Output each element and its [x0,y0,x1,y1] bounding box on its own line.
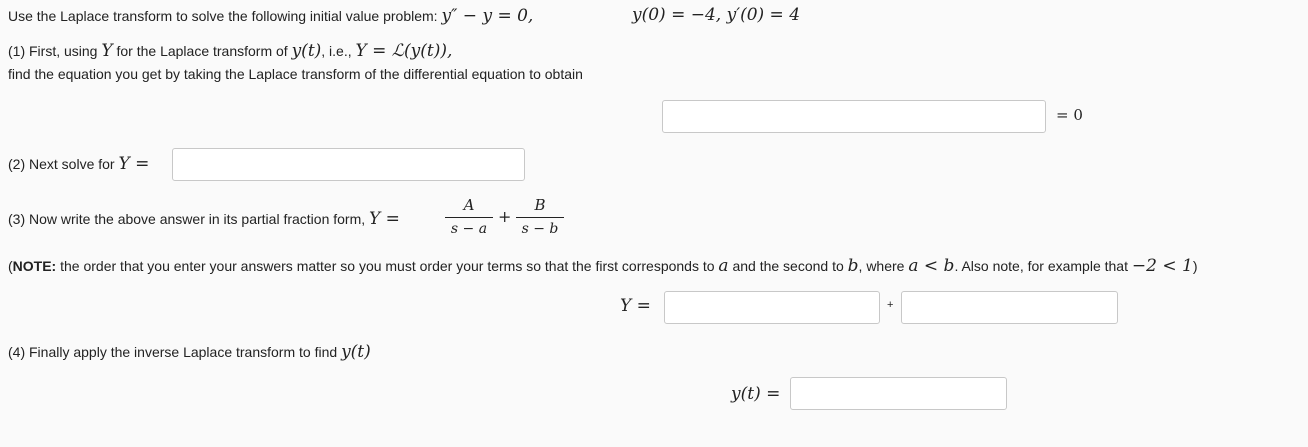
partial-fraction-term1-input[interactable] [664,291,880,324]
fraction-B: B s − b [516,196,564,237]
part2-text: (2) Next solve for [8,156,115,172]
part4-symbol-yt: y(t) [341,342,371,362]
note-inequality: a < b [908,256,955,276]
note-paren-close: ) [1192,258,1198,274]
symbol-yt: y(t) [291,41,322,61]
fraction-A-bar [445,217,493,218]
note-text2: and the second to [732,258,844,274]
part3-lhs: Y = [369,209,400,229]
fraction-B-denominator: s − b [521,221,559,237]
fraction-A: A s − a [445,196,493,237]
note-example: −2 < 1 [1131,256,1193,276]
symbol-Y: Y [101,41,113,61]
part1-line2: find the equation you get by taking the … [8,66,583,82]
inverse-laplace-lhs: y(t) = [731,384,781,404]
inverse-laplace-input[interactable] [790,377,1007,410]
problem-statement: Use the Laplace transform to solve the f… [8,6,533,26]
note-text1: the order that you enter your answers ma… [60,258,715,274]
fraction-B-bar [516,217,564,218]
part2-lhs: Y = [118,154,150,174]
note-b: b [847,256,859,276]
part3-text: (3) Now write the above answer in its pa… [8,211,366,227]
note-a: a [718,256,729,276]
differential-equation: y″ − y = 0, [441,6,534,26]
part1-prompt: (1) First, using Y for the Laplace trans… [8,41,452,61]
laplace-definition: Y = ℒ(y(t)), [355,41,453,61]
part1-text-c: , i.e., [321,43,352,59]
note-text3: , where [858,258,905,274]
fraction-A-numerator: A [463,196,475,214]
fraction-B-numerator: B [534,196,546,214]
part4-prompt: (4) Finally apply the inverse Laplace tr… [8,342,371,362]
note-label: NOTE: [12,258,57,274]
initial-conditions: y(0) = −4, y′(0) = 4 [632,5,801,25]
part2-prompt: (2) Next solve for Y = [8,154,149,174]
note-text: (NOTE: the order that you enter your ans… [8,256,1197,276]
partial-fraction-term2-input[interactable] [901,291,1118,324]
part3-prompt: (3) Now write the above answer in its pa… [8,209,400,229]
laplace-equation-input[interactable] [662,100,1046,133]
equals-zero: = 0 [1056,106,1083,124]
part1-text-a: (1) First, using [8,43,98,59]
fraction-plus: + [498,207,512,226]
part1-text-b: for the Laplace transform of [116,43,288,59]
partial-fraction-plus: + [887,299,894,311]
partial-fraction-lhs: Y = [620,296,651,316]
intro-text: Use the Laplace transform to solve the f… [8,8,438,24]
part4-text: (4) Finally apply the inverse Laplace tr… [8,344,338,360]
fraction-A-denominator: s − a [450,221,488,237]
solve-Y-input[interactable] [172,148,525,181]
note-text4: . Also note, for example that [954,258,1128,274]
